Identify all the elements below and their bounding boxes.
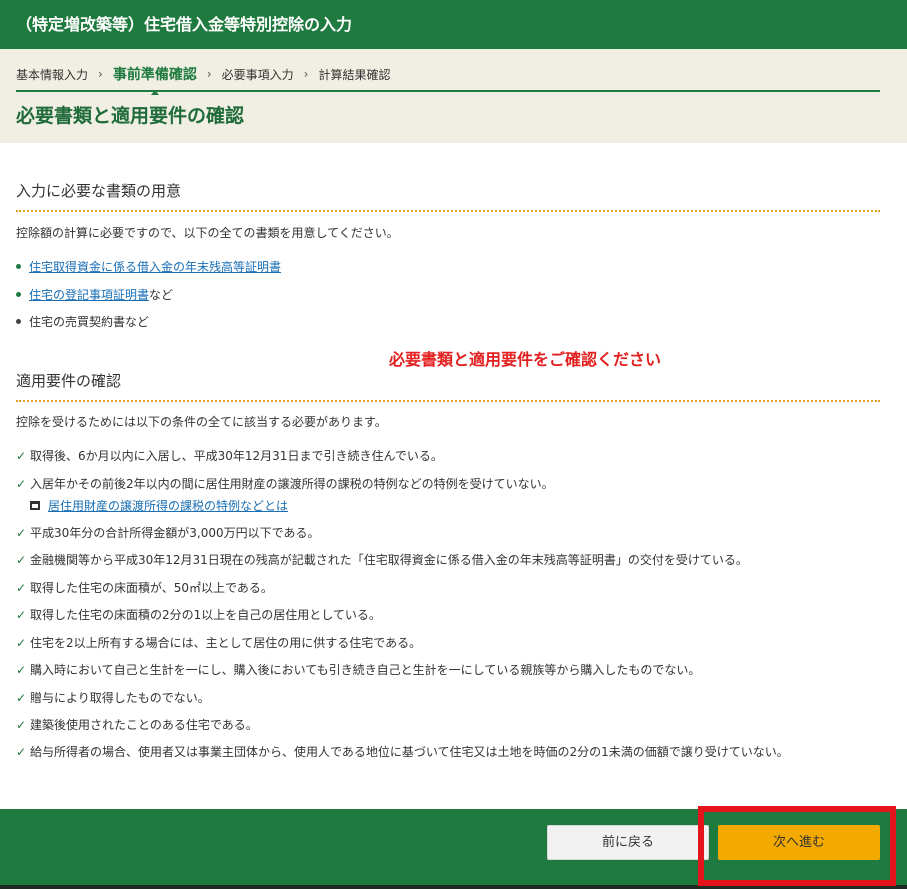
requirement-item: ✓ 給与所得者の場合、使用者又は事業主団体から、使用人である地位に基づいて住宅又… [16,744,789,760]
document-item: 住宅の売買契約書など [16,313,149,330]
checkmark-icon: ✓ [16,690,27,705]
requirement-item: ✓ 取得後、6か月以内に入居し、平成30年12月31日まで引き続き住んでいる。 [16,448,443,464]
checkmark-icon: ✓ [16,635,27,650]
checkmark-icon: ✓ [16,476,27,491]
breadcrumb-step-preparation: 事前準備確認 [113,64,197,95]
breadcrumb-step-basic-info: 基本情報入力 [16,67,89,82]
checkmark-icon: ✓ [16,662,27,677]
confirmation-notice: 必要書類と適用要件をご確認ください [389,350,662,369]
checkmark-icon: ✓ [16,448,27,463]
documents-intro: 控除額の計算に必要ですので、以下の全ての書類を用意してください。 [16,226,399,240]
checkmark-icon: ✓ [16,580,27,595]
page-title: 必要書類と適用要件の確認 [16,105,245,127]
checkmark-icon: ✓ [16,607,27,622]
breadcrumb-separator-icon: › [303,67,309,81]
document-item: 住宅の登記事項証明書 など [16,286,173,303]
requirement-item: ✓ 購入時において自己と生計を一にし、購入後においても引き続き自己と生計を一にし… [16,662,701,678]
page-header: 基本情報入力 › 事前準備確認 › 必要事項入力 › 計算結果確認 必要書類と適… [0,49,907,143]
breadcrumb-separator-icon: › [206,67,212,81]
breadcrumb-step-required-input: 必要事項入力 [221,67,294,82]
requirements-intro: 控除を受けるためには以下の条件の全てに該当する必要があります。 [16,415,387,429]
documents-heading: 入力に必要な書類の用意 [16,180,880,212]
new-window-icon [30,501,40,510]
loan-balance-certificate-link[interactable]: 住宅取得資金に係る借入金の年末残高等証明書 [29,258,281,275]
requirement-item: ✓ 取得した住宅の床面積が、50㎡以上である。 [16,580,273,596]
bullet-icon [16,264,21,269]
special-provision-link[interactable]: 居住用財産の譲渡所得の課税の特例などとは [48,497,288,514]
breadcrumb-divider [16,90,880,92]
checkmark-icon: ✓ [16,552,27,567]
requirements-heading: 適用要件の確認 [16,370,880,402]
breadcrumb-step-result: 計算結果確認 [318,67,391,82]
next-button-highlight [698,806,896,886]
checkmark-icon: ✓ [16,717,27,732]
requirement-item: ✓ 建築後使用されたことのある住宅である。 [16,717,258,733]
window-title: （特定増改築等）住宅借入金等特別控除の入力 [0,0,907,49]
back-button[interactable]: 前に戻る [547,825,709,860]
document-item: 住宅取得資金に係る借入金の年末残高等証明書 [16,258,281,275]
requirement-item: ✓ 取得した住宅の床面積の2分の1以上を自己の居住用としている。 [16,607,381,623]
document-item-suffix: など [149,288,174,302]
registration-certificate-link[interactable]: 住宅の登記事項証明書 [29,286,149,303]
breadcrumb: 基本情報入力 › 事前準備確認 › 必要事項入力 › 計算結果確認 [16,62,391,95]
checkmark-icon: ✓ [16,744,27,759]
checkmark-icon: ✓ [16,525,27,540]
sales-contract-text: 住宅の売買契約書など [29,315,150,329]
requirement-item: ✓ 住宅を2以上所有する場合には、主として居住の用に供する住宅である。 [16,635,422,651]
requirement-item: ✓ 平成30年分の合計所得金額が3,000万円以下である。 [16,525,320,541]
breadcrumb-separator-icon: › [98,67,103,81]
requirement-item: ✓ 贈与により取得したものでない。 [16,690,210,706]
requirement-item: ✓ 金融機関等から平成30年12月31日現在の残高が記載された「住宅取得資金に係… [16,552,748,568]
requirement-item: ✓ 入居年かその前後2年以内の間に居住用財産の譲渡所得の課税の特例などの特例を受… [16,476,554,492]
bullet-icon [16,292,21,297]
special-provision-link-row: 居住用財産の譲渡所得の課税の特例などとは [30,497,288,514]
bullet-icon [16,319,21,324]
